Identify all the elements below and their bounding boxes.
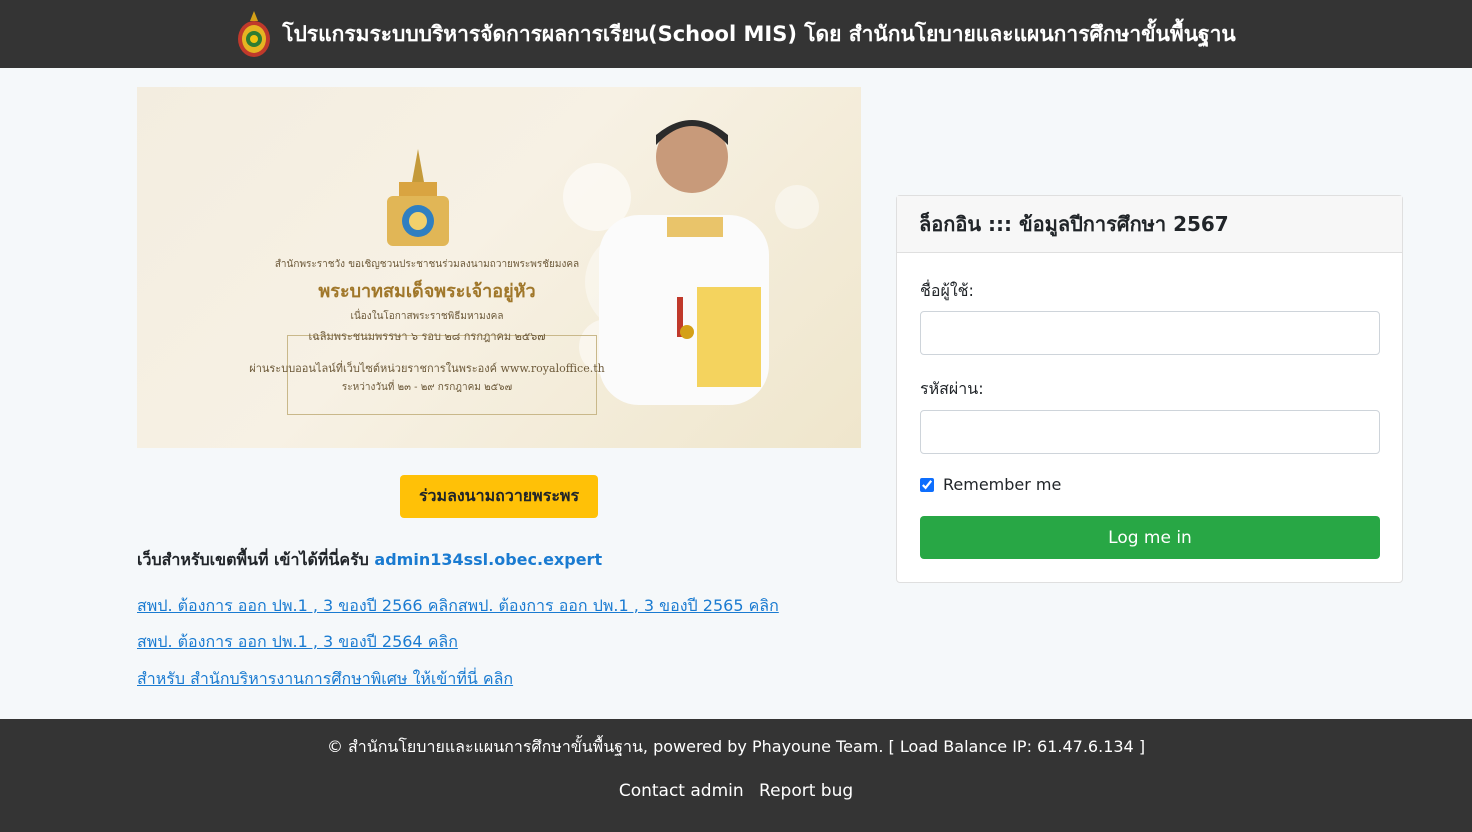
banner-line: เฉลิมพระชนมพรรษา ๖ รอบ ๒๘ กรกฎาคม ๒๕๖๗ — [308, 330, 546, 343]
region-link[interactable]: admin134ssl.obec.expert — [374, 550, 602, 569]
sign-blessing-button[interactable]: ร่วมลงนามถวายพระพร — [400, 475, 598, 518]
portrait-figure — [599, 120, 769, 405]
remember-me-checkbox[interactable] — [920, 477, 934, 492]
banner-line: ผ่านระบบออนไลน์ที่เว็บไซต์หน่วยราชการในพ… — [249, 362, 605, 375]
banner-line: ระหว่างวันที่ ๒๓ - ๒๙ กรกฎาคม ๒๕๖๗ — [341, 382, 513, 393]
banner-line: สำนักพระราชวัง ขอเชิญชวนประชาชนร่วมลงนาม… — [274, 259, 580, 270]
footer-links: Contact admin Report bug — [0, 781, 1472, 801]
remember-me-label[interactable]: Remember me — [943, 475, 1061, 494]
password-label: รหัสผ่าน: — [920, 379, 984, 398]
royal-banner-image[interactable]: สำนักพระราชวัง ขอเชิญชวนประชาชนร่วมลงนาม… — [137, 87, 861, 448]
page-title: โปรแกรมระบบบริหารจัดการผลการเรียน(School… — [282, 21, 1236, 46]
top-bar: โปรแกรมระบบบริหารจัดการผลการเรียน(School… — [0, 0, 1472, 68]
password-input[interactable] — [920, 410, 1380, 454]
banner-line: เนื่องในโอกาสพระราชพิธีมหามงคล — [350, 311, 504, 322]
footer-copyright: © สำนักนโยบายและแผนการศึกษาขั้นพื้นฐาน, … — [326, 737, 1146, 756]
royal-emblem-icon — [387, 149, 449, 246]
banner-heading: พระบาทสมเด็จพระเจ้าอยู่หัว — [318, 281, 536, 302]
link-download-2564[interactable]: สพป. ต้องการ ออก ปพ.1 , 3 ของปี 2564 คลิ… — [137, 630, 458, 655]
link-special-education[interactable]: สำหรับ สำนักบริหารงานการศึกษาพิเศษ ให้เข… — [137, 667, 513, 692]
link-download-2566-2565[interactable]: สพป. ต้องการ ออก ปพ.1 , 3 ของปี 2566 คลิ… — [137, 594, 779, 619]
region-notice: เว็บสำหรับเขตพื้นที่ เข้าได้ที่นี่ครับ a… — [137, 548, 602, 573]
login-button[interactable]: Log me in — [920, 516, 1380, 559]
remember-me: Remember me — [920, 475, 1061, 494]
login-card: ล็อกอิน ::: ข้อมูลปีการศึกษา 2567 ชื่อผู… — [896, 195, 1403, 583]
login-card-header: ล็อกอิน ::: ข้อมูลปีการศึกษา 2567 — [897, 196, 1402, 253]
obec-logo-icon — [236, 9, 272, 59]
contact-admin-link[interactable]: Contact admin — [619, 781, 744, 801]
username-label: ชื่อผู้ใช้: — [920, 281, 974, 300]
username-input[interactable] — [920, 311, 1380, 355]
banner-text: สำนักพระราชวัง ขอเชิญชวนประชาชนร่วมลงนาม… — [237, 257, 617, 395]
region-text: เว็บสำหรับเขตพื้นที่ เข้าได้ที่นี่ครับ — [137, 550, 369, 569]
report-bug-link[interactable]: Report bug — [759, 781, 853, 801]
footer: © สำนักนโยบายและแผนการศึกษาขั้นพื้นฐาน, … — [0, 719, 1472, 832]
